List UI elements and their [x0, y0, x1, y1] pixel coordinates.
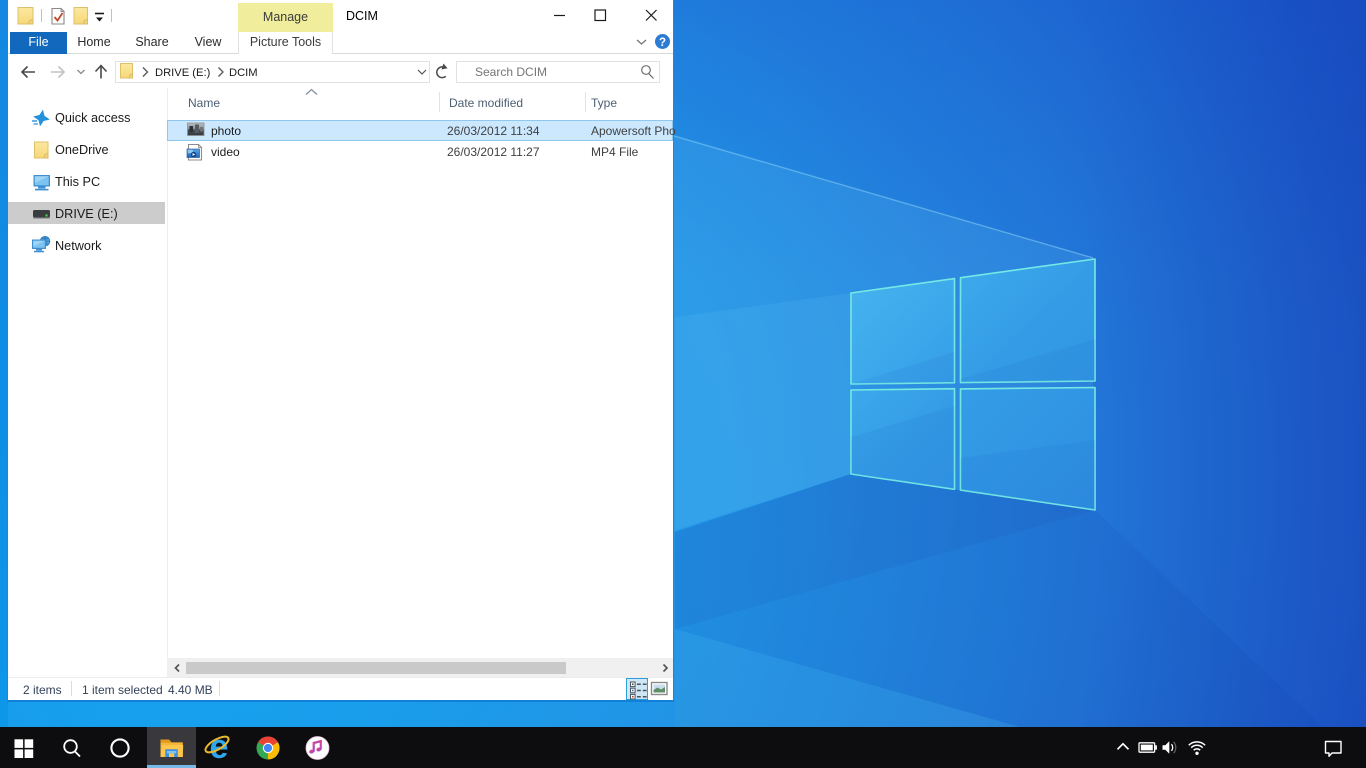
svg-text:?: ? [659, 37, 666, 49]
svg-text:e: e [210, 728, 229, 766]
